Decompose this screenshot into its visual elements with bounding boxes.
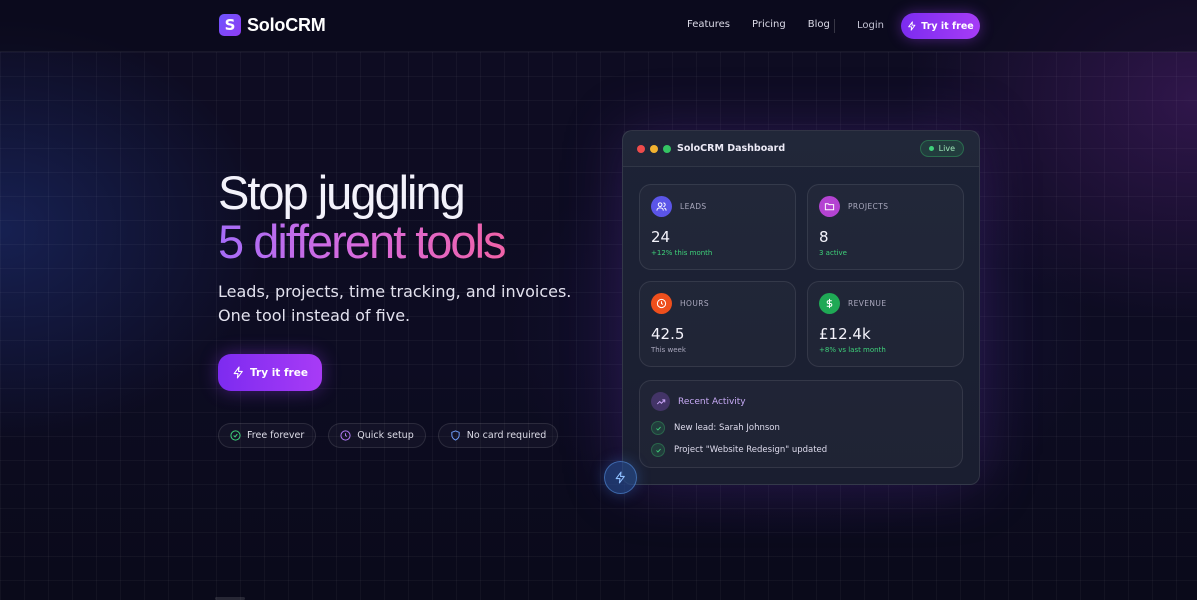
- badge-label: Free forever: [247, 430, 305, 441]
- recent-activity-panel: Recent Activity New lead: Sarah Johnson …: [639, 380, 963, 468]
- live-badge: Live: [919, 140, 964, 157]
- dashboard-title: SoloCRM Dashboard: [677, 143, 786, 154]
- hero-title-line1: Stop juggling: [218, 166, 466, 219]
- stat-card-hours: HOURS 42.5 This week: [639, 281, 796, 367]
- users-icon: [651, 196, 672, 217]
- stat-note: +12% this month: [651, 249, 713, 257]
- hero-subtitle: Leads, projects, time tracking, and invo…: [218, 282, 572, 325]
- floating-lightning-button[interactable]: [604, 461, 637, 494]
- dashboard-header: SoloCRM Dashboard Live: [623, 131, 979, 167]
- nav-try-free-label: Try it free: [921, 20, 974, 32]
- stat-card-revenue: REVENUE £12.4k +8% vs last month: [807, 281, 964, 367]
- hero-try-free-label: Try it free: [250, 366, 308, 379]
- stat-value: 42.5: [651, 325, 685, 343]
- folder-icon: [819, 196, 840, 217]
- badge-free-forever: Free forever: [218, 423, 317, 448]
- stat-note: 3 active: [819, 249, 847, 257]
- nav-divider: [834, 19, 835, 33]
- top-navbar: S SoloCRM Features Pricing Blog Login Tr…: [0, 0, 1197, 52]
- activity-text: New lead: Sarah Johnson: [674, 423, 780, 433]
- dashboard-preview: SoloCRM Dashboard Live LEADS 24 +12% thi…: [622, 130, 980, 485]
- hero-try-free-button[interactable]: Try it free: [218, 354, 322, 391]
- stat-value: 24: [651, 228, 671, 246]
- check-circle-icon: [651, 443, 665, 457]
- hero-title-line2: 5 different tools: [218, 215, 507, 268]
- feature-badges: Free forever Quick setup No card require…: [218, 423, 559, 448]
- stat-label: PROJECTS: [848, 202, 889, 211]
- logo-mark-icon: S: [219, 14, 241, 36]
- badge-label: No card required: [466, 430, 547, 441]
- trending-up-icon: [651, 392, 670, 411]
- nav-link-blog[interactable]: Blog: [808, 19, 830, 30]
- badge-label: Quick setup: [357, 430, 414, 441]
- live-label: Live: [938, 144, 955, 153]
- stat-card-projects: PROJECTS 8 3 active: [807, 184, 964, 270]
- stat-label: HOURS: [680, 299, 710, 308]
- check-circle-icon: [651, 421, 665, 435]
- lightning-icon: [908, 21, 916, 31]
- maximize-dot-icon: [663, 145, 671, 153]
- minimize-dot-icon: [650, 145, 658, 153]
- stat-value: £12.4k: [819, 325, 871, 343]
- stat-value: 8: [819, 228, 829, 246]
- recent-activity-title: Recent Activity: [678, 396, 746, 407]
- badge-no-card: No card required: [437, 423, 559, 448]
- clock-icon: [651, 293, 672, 314]
- activity-item: Project "Website Redesign" updated: [651, 443, 827, 457]
- login-link[interactable]: Login: [857, 20, 884, 31]
- activity-item: New lead: Sarah Johnson: [651, 421, 780, 435]
- lightning-icon: [615, 471, 625, 484]
- brand-name: SoloCRM: [247, 14, 326, 35]
- stat-card-leads: LEADS 24 +12% this month: [639, 184, 796, 270]
- brand-logo[interactable]: S SoloCRM: [219, 14, 326, 36]
- window-controls: [637, 145, 671, 153]
- clock-icon: [340, 430, 351, 441]
- shield-icon: [451, 430, 460, 441]
- hero-title: Stop juggling 5 different tools: [218, 166, 507, 268]
- nav-link-pricing[interactable]: Pricing: [752, 19, 786, 30]
- badge-quick-setup: Quick setup: [328, 423, 426, 448]
- stat-label: REVENUE: [848, 299, 887, 308]
- close-dot-icon: [637, 145, 645, 153]
- nav-link-features[interactable]: Features: [687, 19, 730, 30]
- activity-text: Project "Website Redesign" updated: [674, 445, 828, 455]
- grid-background: [0, 52, 1197, 600]
- recent-activity-header: Recent Activity: [651, 392, 746, 411]
- dollar-icon: [819, 293, 840, 314]
- live-dot-icon: [928, 146, 934, 151]
- stat-note: +8% vs last month: [819, 346, 886, 354]
- stat-note: This week: [651, 346, 686, 354]
- stat-label: LEADS: [680, 202, 707, 211]
- nav-try-free-button[interactable]: Try it free: [901, 13, 980, 39]
- check-circle-icon: [230, 430, 241, 441]
- lightning-icon: [233, 366, 243, 379]
- nav-links: Features Pricing Blog: [687, 19, 852, 30]
